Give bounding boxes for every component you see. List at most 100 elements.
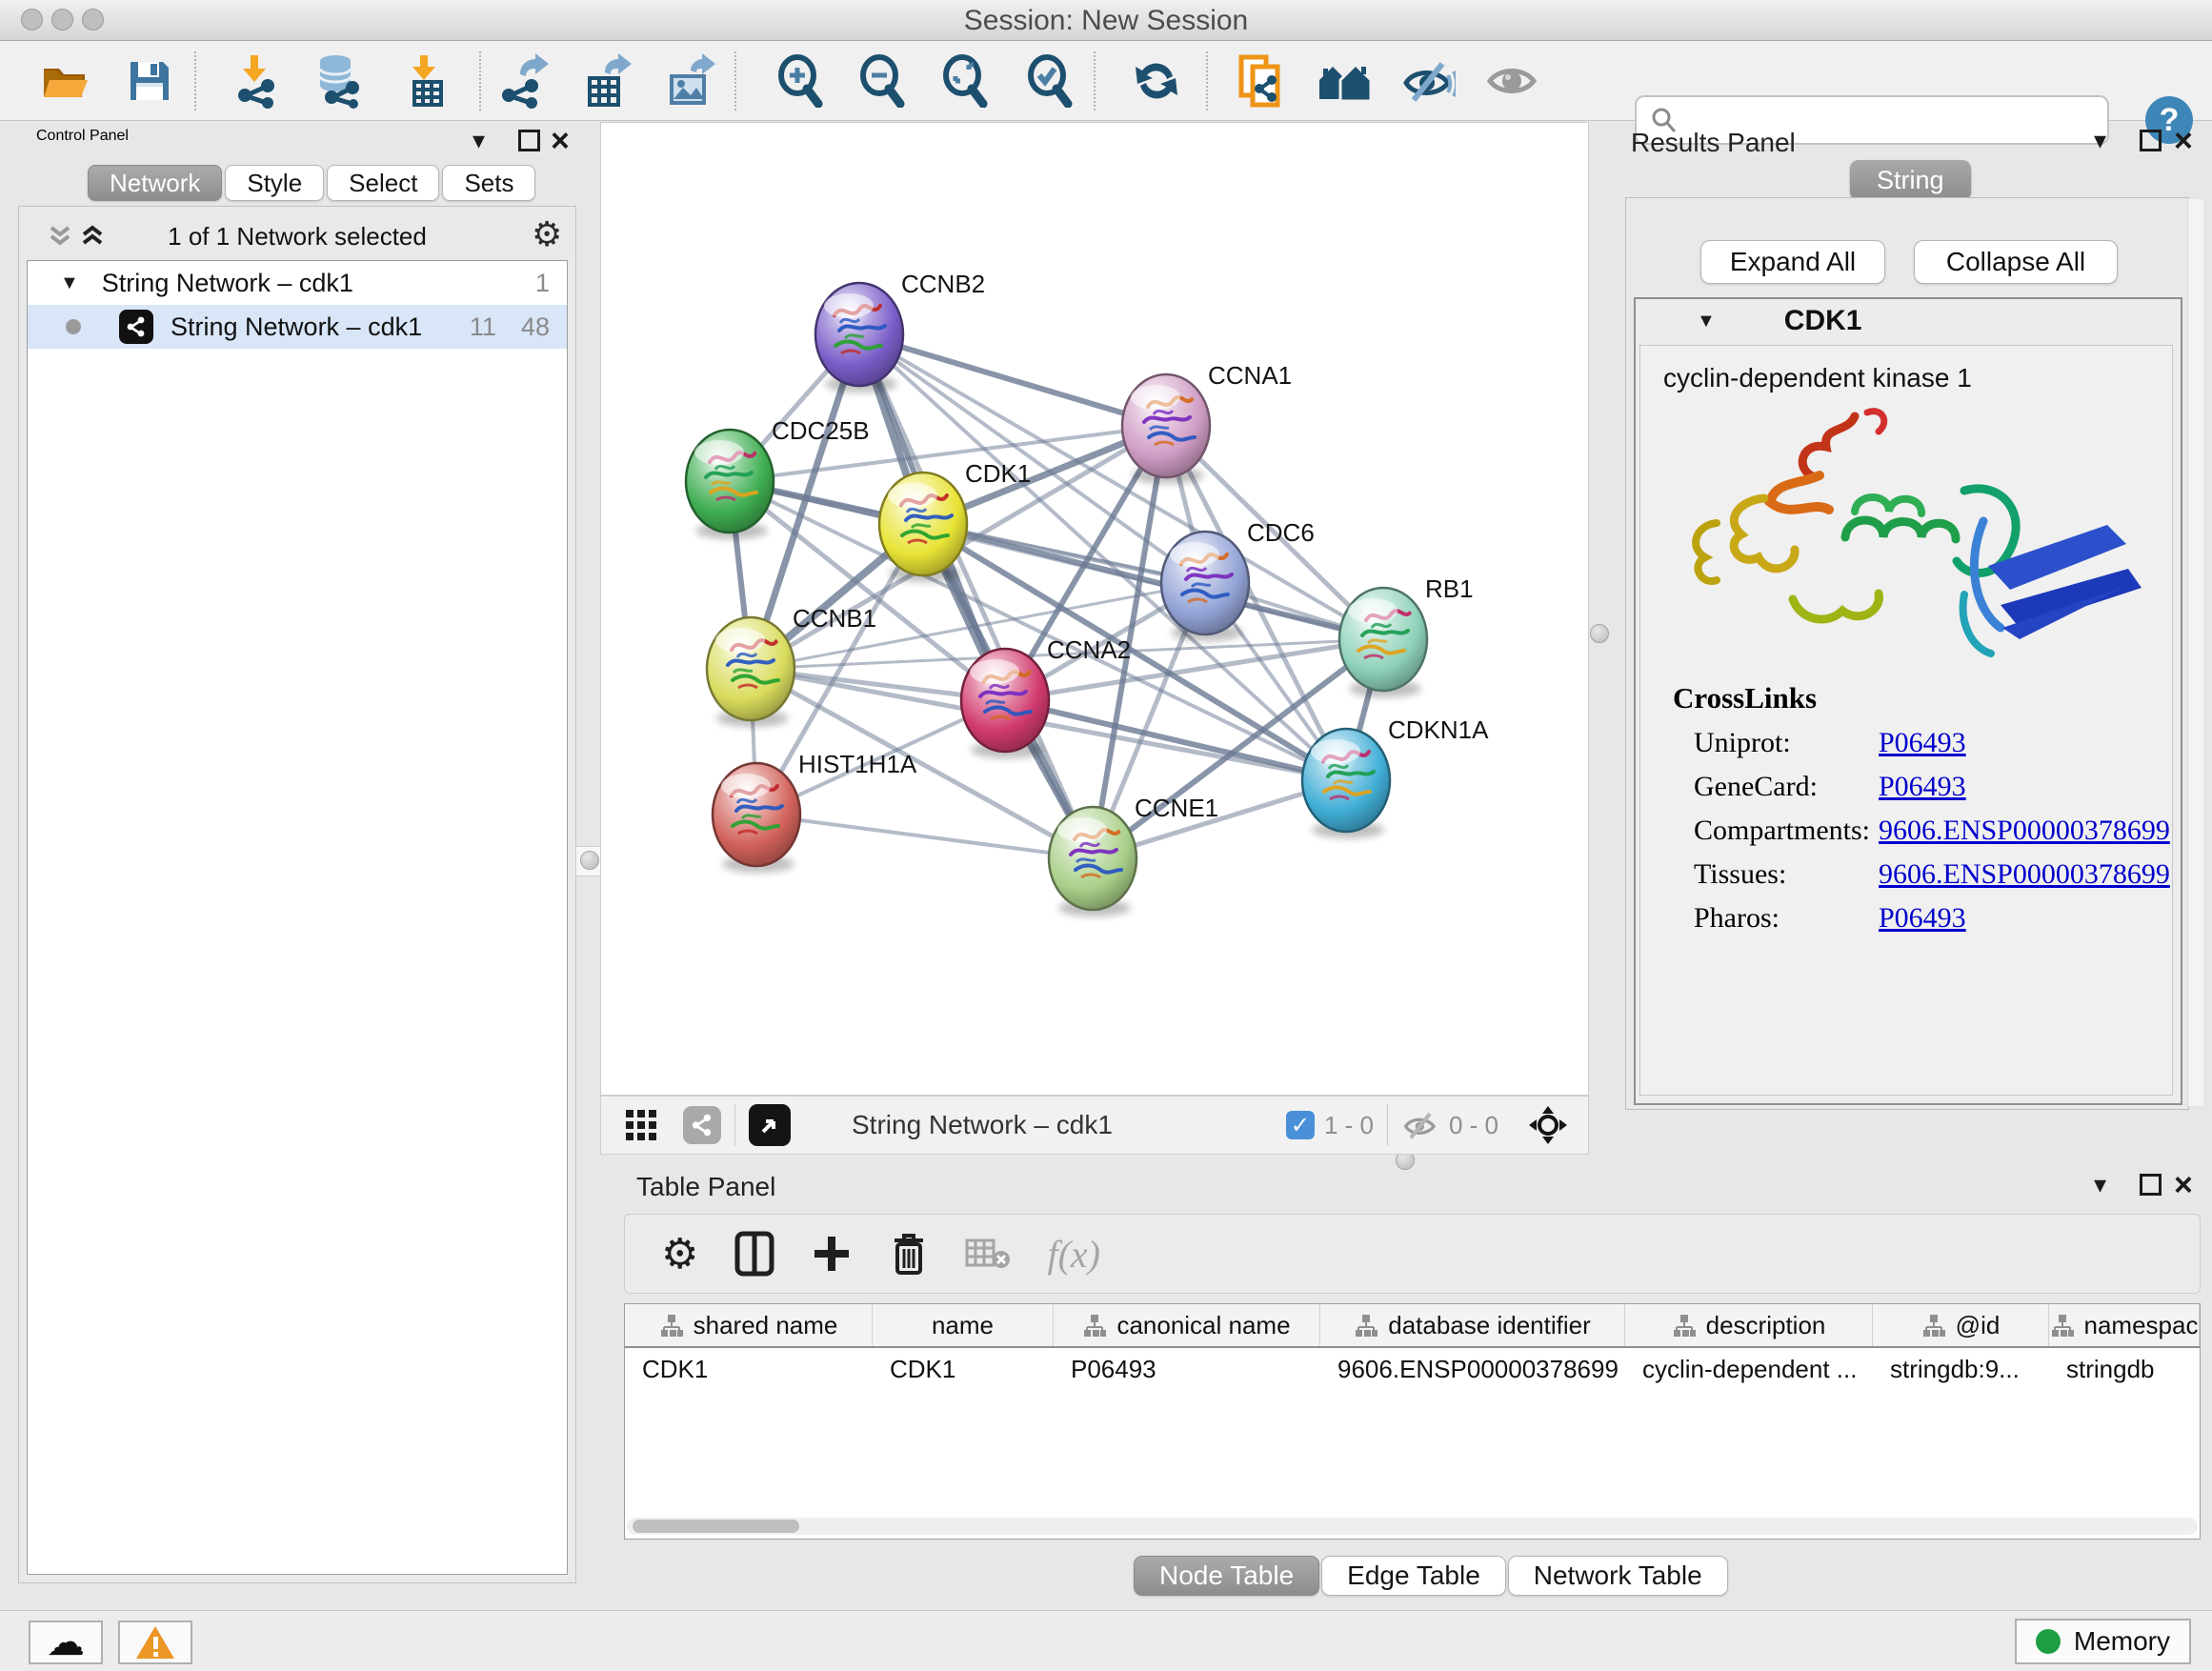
network-edge[interactable] [859, 334, 1166, 426]
network-node-ccne1[interactable]: CCNE1 [1049, 794, 1218, 916]
export-table-button[interactable] [579, 53, 634, 109]
show-columns-icon[interactable] [734, 1231, 774, 1277]
table-settings-gear-icon[interactable]: ⚙ [661, 1230, 698, 1278]
add-column-icon[interactable] [811, 1233, 853, 1275]
tab-string[interactable]: String [1850, 160, 1971, 200]
network-panel-gear-icon[interactable]: ⚙ [532, 214, 562, 254]
table-cell[interactable]: 9606.ENSP00000378699 [1320, 1348, 1625, 1390]
share-view-icon[interactable] [683, 1106, 721, 1144]
column-label: @id [1956, 1311, 2001, 1340]
network-node-cdc6[interactable]: CDC6 [1161, 518, 1315, 641]
network-edge[interactable] [756, 815, 1093, 858]
network-edge[interactable] [1005, 700, 1346, 780]
control-panel-close-icon[interactable]: × [551, 128, 570, 154]
save-session-button[interactable] [122, 53, 177, 109]
cloud-status-button[interactable]: ☁ [29, 1621, 103, 1664]
table-hscrollbar-thumb[interactable] [633, 1520, 799, 1533]
crosslink-link[interactable]: P06493 [1879, 727, 1966, 759]
export-image-button[interactable] [663, 53, 718, 109]
crosslink-link[interactable]: 9606.ENSP00000378699 [1879, 858, 2170, 891]
protein-name: CDK1 [1784, 305, 1862, 337]
results-panel-close-icon[interactable]: × [2174, 128, 2193, 154]
results-panel-float-icon[interactable] [2140, 130, 2162, 151]
memory-button[interactable]: Memory [2015, 1619, 2191, 1664]
column-header-description[interactable]: description [1625, 1304, 1873, 1346]
apply-layout-button[interactable] [1129, 53, 1184, 109]
network-node-ccna2[interactable]: CCNA2 [961, 635, 1131, 758]
column-header-canonical-name[interactable]: canonical name [1054, 1304, 1320, 1346]
left-splitter-dot-icon[interactable] [580, 851, 599, 870]
network-edge[interactable] [859, 334, 1093, 858]
network-collection-row[interactable]: ▼ String Network – cdk1 1 [28, 261, 567, 305]
tab-node-table[interactable]: Node Table [1134, 1556, 1319, 1596]
control-panel-float-icon[interactable] [518, 130, 540, 151]
network-graph[interactable]: CCNB2CCNA1CDC25BCDK1CDC6RB1CCNB1CCNA2CDK… [601, 123, 1588, 1095]
network-node-cdkn1a[interactable]: CDKN1A [1302, 715, 1489, 838]
table-row[interactable]: CDK1CDK1P064939606.ENSP00000378699cyclin… [625, 1348, 2200, 1390]
clone-network-button[interactable] [1233, 53, 1288, 109]
results-panel-scrollbar[interactable] [2187, 199, 2203, 1106]
open-session-button[interactable] [38, 53, 93, 109]
hide-selected-button[interactable] [1400, 53, 1456, 109]
delete-column-trash-icon[interactable] [889, 1231, 929, 1277]
table-hscrollbar[interactable] [627, 1518, 2198, 1535]
control-panel-tabs: NetworkStyleSelectSets [88, 165, 538, 201]
crosslink-link[interactable]: P06493 [1879, 771, 1966, 803]
import-network-database-button[interactable] [311, 53, 366, 109]
show-all-button[interactable] [1484, 53, 1539, 109]
protein-entry-header[interactable]: ▼ CDK1 [1636, 299, 2181, 343]
table-cell[interactable]: P06493 [1054, 1348, 1320, 1390]
table-panel-menu-icon[interactable]: ▾ [2094, 1170, 2106, 1199]
results-panel-menu-icon[interactable]: ▾ [2094, 126, 2106, 155]
expand-all-button[interactable]: Expand All [1700, 240, 1885, 284]
control-panel-menu-icon[interactable]: ▾ [473, 126, 485, 155]
tab-network-table[interactable]: Network Table [1508, 1556, 1728, 1596]
network-canvas[interactable]: CCNB2CCNA1CDC25BCDK1CDC6RB1CCNB1CCNA2CDK… [600, 122, 1589, 1096]
table-panel-float-icon[interactable] [2140, 1174, 2162, 1196]
table-cell[interactable]: stringdb [2049, 1348, 2200, 1390]
selected-checkbox-icon[interactable]: ✓ [1286, 1111, 1315, 1139]
window-title: Session: New Session [0, 5, 2212, 37]
column-header-database-identifier[interactable]: database identifier [1320, 1304, 1625, 1346]
network-node-hist1h1a[interactable]: HIST1H1A [713, 750, 917, 873]
node-label-ccnb2: CCNB2 [901, 270, 985, 298]
import-table-file-button[interactable] [398, 53, 453, 109]
column-header-name[interactable]: name [873, 1304, 1054, 1346]
node-table[interactable]: shared namenamecanonical namedatabase id… [624, 1303, 2201, 1540]
zoom-fit-button[interactable] [938, 53, 994, 109]
warning-icon [135, 1624, 175, 1661]
zoom-out-button[interactable] [855, 53, 911, 109]
network-node-rb1[interactable]: RB1 [1339, 574, 1474, 697]
tab-network[interactable]: Network [88, 165, 222, 201]
zoom-in-button[interactable] [774, 53, 829, 109]
table-cell[interactable]: CDK1 [625, 1348, 873, 1390]
crosslink-link[interactable]: P06493 [1879, 902, 1966, 935]
export-table-icon [580, 53, 633, 109]
table-cell[interactable]: cyclin-dependent ... [1625, 1348, 1873, 1390]
protein-description: cyclin-dependent kinase 1 [1663, 363, 1972, 393]
column-header-shared-name[interactable]: shared name [625, 1304, 873, 1346]
zoom-selected-button[interactable] [1023, 53, 1078, 109]
table-cell[interactable]: stringdb:9... [1873, 1348, 2049, 1390]
pan-crosshair-icon[interactable] [1527, 1104, 1569, 1146]
collapse-all-button[interactable]: Collapse All [1914, 240, 2118, 284]
tab-style[interactable]: Style [225, 165, 324, 201]
right-splitter-dot-icon[interactable] [1590, 624, 1609, 643]
table-panel-close-icon[interactable]: × [2174, 1172, 2193, 1198]
warnings-button[interactable] [118, 1621, 192, 1664]
column-header-namespac[interactable]: namespac [2049, 1304, 2200, 1346]
first-neighbors-button[interactable] [1317, 53, 1373, 109]
grid-view-icon[interactable] [624, 1108, 658, 1142]
network-row[interactable]: String Network – cdk1 11 48 [28, 305, 567, 349]
export-network-button[interactable] [496, 53, 552, 109]
tab-edge-table[interactable]: Edge Table [1321, 1556, 1506, 1596]
column-header--id[interactable]: @id [1873, 1304, 2049, 1346]
tab-select[interactable]: Select [327, 165, 439, 201]
tab-sets[interactable]: Sets [442, 165, 535, 201]
table-cell[interactable]: CDK1 [873, 1348, 1054, 1390]
crosslink-link[interactable]: 9606.ENSP00000378699 [1879, 815, 2170, 847]
import-network-file-button[interactable] [229, 53, 284, 109]
navigator-icon[interactable] [749, 1104, 791, 1146]
entry-expander-icon[interactable]: ▼ [1697, 311, 1716, 332]
tree-expander-icon[interactable]: ▼ [60, 272, 79, 294]
